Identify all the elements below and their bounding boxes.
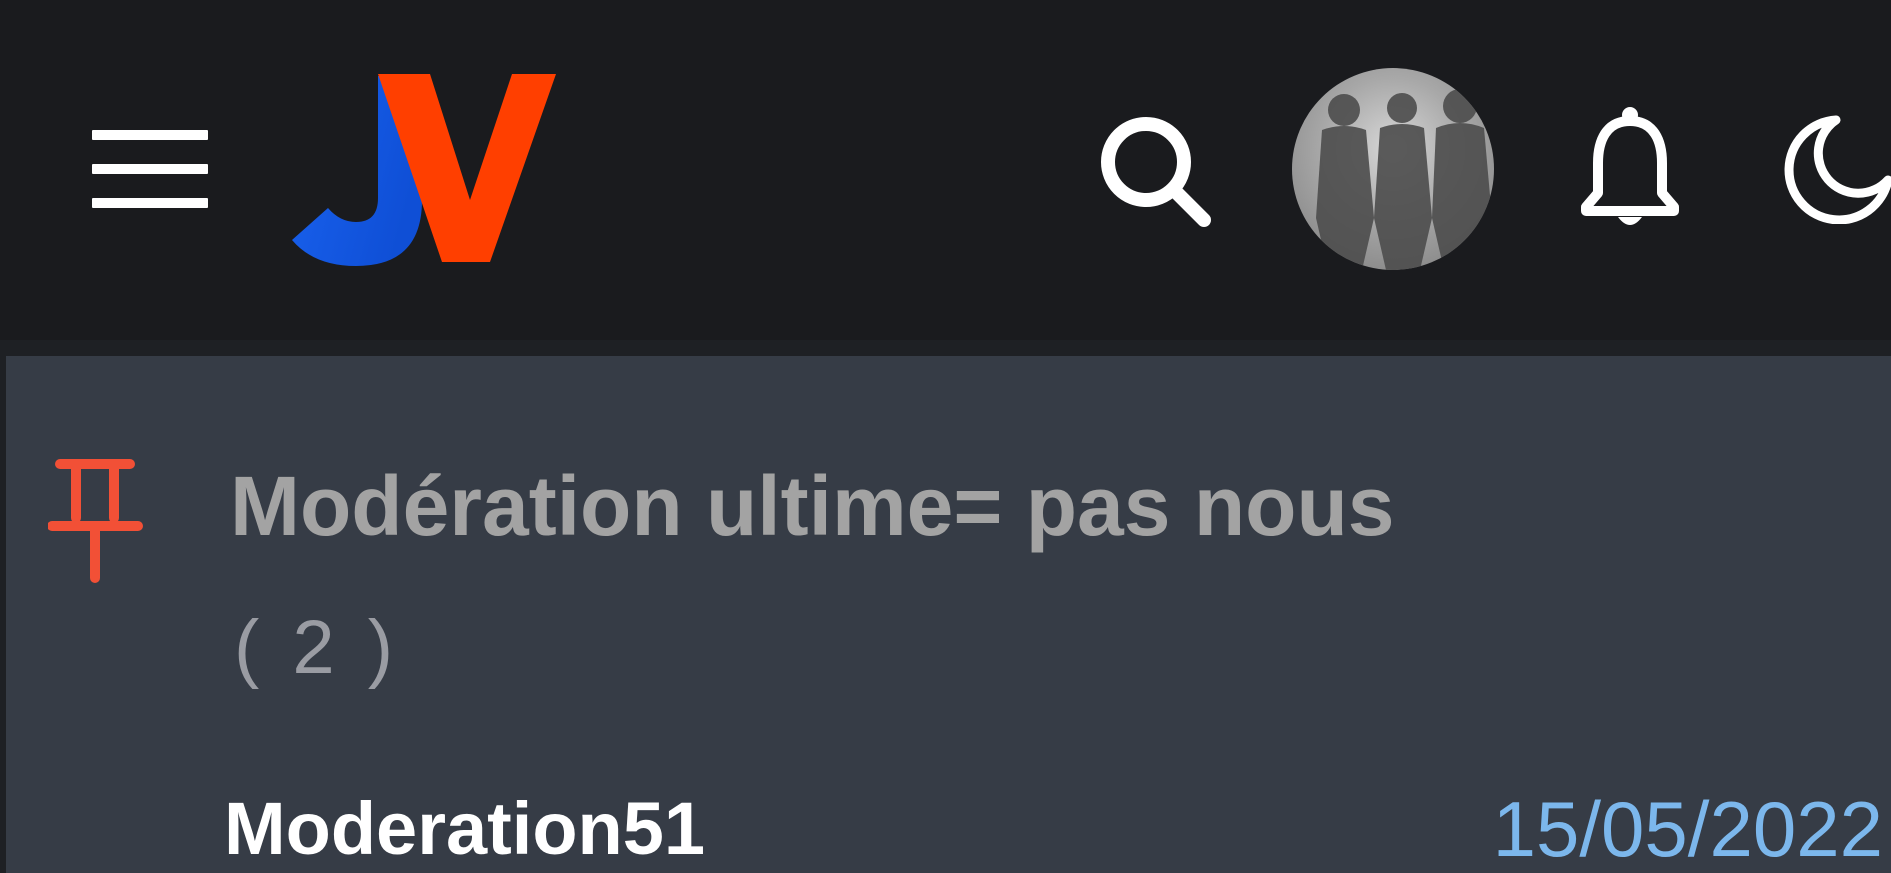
- moon-icon[interactable]: [1776, 114, 1891, 224]
- search-icon[interactable]: [1096, 112, 1216, 232]
- reply-count: ( 2 ): [234, 605, 400, 690]
- topic-item[interactable]: Modération ultime= pas nous ( 2 ) Modera…: [6, 356, 1891, 873]
- topic-list: Modération ultime= pas nous ( 2 ) Modera…: [0, 340, 1891, 873]
- topic-title[interactable]: Modération ultime= pas nous: [230, 464, 1394, 548]
- top-header: [0, 0, 1891, 338]
- topic-author[interactable]: Moderation51: [224, 792, 705, 866]
- bell-icon[interactable]: [1578, 105, 1682, 231]
- jv-logo-icon[interactable]: [290, 70, 562, 270]
- pin-icon: [48, 459, 143, 583]
- hamburger-menu-icon[interactable]: [92, 130, 208, 208]
- topic-date: 15/05/2022: [1492, 785, 1883, 873]
- user-avatar[interactable]: [1292, 68, 1494, 270]
